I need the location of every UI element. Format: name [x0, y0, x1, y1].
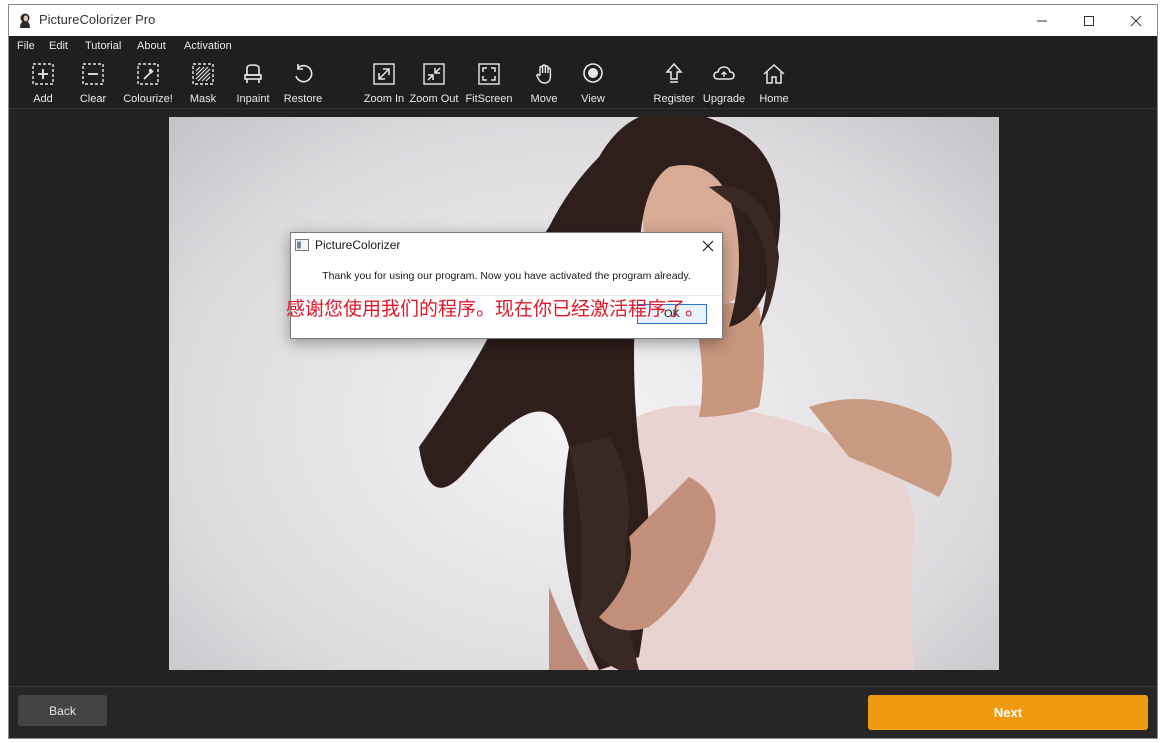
- fit-screen-icon: [478, 63, 500, 85]
- clear-button[interactable]: Clear: [65, 59, 121, 107]
- restore-label: Restore: [283, 93, 323, 105]
- minimize-icon: [1037, 20, 1047, 21]
- toolbar: Add Clear Colourize! Mask Inpaint Restor…: [9, 57, 1157, 109]
- home-label: Home: [759, 93, 789, 105]
- next-button[interactable]: Next: [868, 695, 1148, 730]
- back-button[interactable]: Back: [18, 695, 107, 726]
- app-window: PictureColorizer Pro File Edit Tutorial …: [8, 4, 1158, 739]
- zoom-in-icon: [373, 63, 395, 85]
- bottom-bar: Back Next: [9, 686, 1157, 738]
- view-button[interactable]: View: [565, 59, 621, 107]
- app-logo-icon: [20, 13, 30, 28]
- title-bar: PictureColorizer Pro: [9, 5, 1157, 36]
- window-title: PictureColorizer Pro: [39, 12, 156, 27]
- chinese-annotation-text: 感谢您使用我们的程序。现在你已经激活程序了。: [286, 298, 705, 320]
- add-icon: [32, 63, 54, 85]
- maximize-button[interactable]: [1066, 5, 1112, 36]
- maximize-icon: [1084, 15, 1094, 26]
- mask-icon: [192, 63, 214, 85]
- menu-about[interactable]: About: [137, 40, 166, 52]
- cloud-icon: [713, 66, 735, 80]
- photo-woman-image: [419, 117, 952, 670]
- restore-button[interactable]: Restore: [275, 59, 331, 107]
- register-upload-icon: [665, 62, 683, 83]
- close-button[interactable]: [1113, 5, 1157, 36]
- inpaint-icon: [244, 64, 262, 83]
- home-button[interactable]: Home: [746, 59, 802, 107]
- zoom-out-icon: [423, 63, 445, 85]
- activation-dialog: PictureColorizer Thank you for using our…: [290, 232, 723, 339]
- menu-bar: File Edit Tutorial About Activation: [9, 36, 1157, 57]
- menu-file[interactable]: File: [17, 40, 35, 52]
- colourize-button[interactable]: Colourize!: [120, 59, 176, 107]
- zoom-out-button[interactable]: Zoom Out: [406, 59, 462, 107]
- home-icon: [763, 63, 785, 84]
- menu-edit[interactable]: Edit: [49, 40, 68, 52]
- minimize-button[interactable]: [1019, 5, 1065, 36]
- fitscreen-button[interactable]: FitScreen: [461, 59, 517, 107]
- close-icon: [1130, 15, 1142, 26]
- dialog-title: PictureColorizer: [315, 238, 401, 252]
- dialog-message: Thank you for using our program. Now you…: [322, 270, 691, 282]
- menu-activation[interactable]: Activation: [184, 40, 232, 52]
- hand-icon: [536, 64, 552, 84]
- image-canvas[interactable]: [169, 117, 999, 670]
- view-icon: [583, 63, 603, 83]
- dialog-close-icon[interactable]: [700, 238, 716, 254]
- menu-tutorial[interactable]: Tutorial: [85, 40, 121, 52]
- color-picker-icon: [137, 63, 159, 85]
- restore-icon: [295, 64, 313, 83]
- dialog-app-icon: [295, 239, 309, 251]
- clear-icon: [82, 63, 104, 85]
- view-label: View: [581, 93, 605, 105]
